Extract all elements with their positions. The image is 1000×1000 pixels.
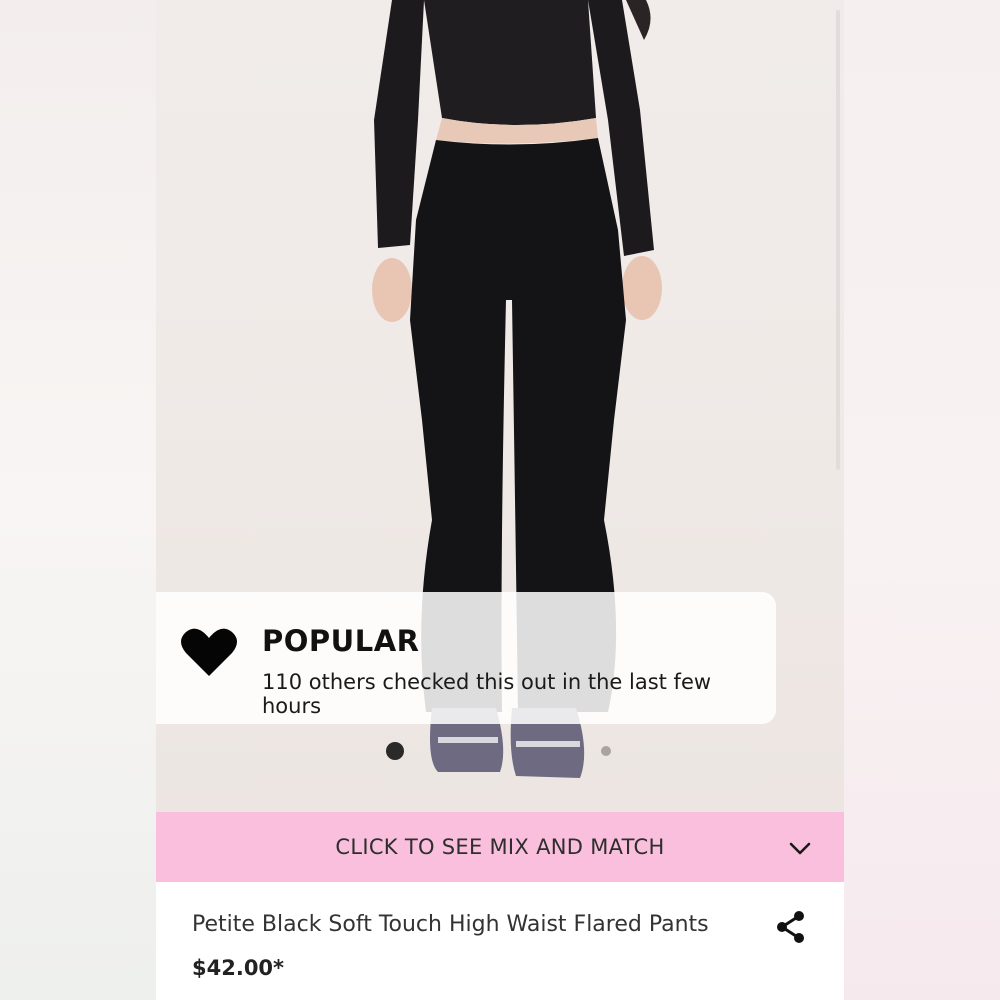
carousel-dots xyxy=(156,740,844,760)
image-scrollbar[interactable] xyxy=(836,10,840,470)
heart-icon xyxy=(181,628,237,676)
product-page: POPULAR 110 others checked this out in t… xyxy=(156,0,844,1000)
chevron-down-icon xyxy=(789,842,811,855)
background-right xyxy=(844,0,1000,1000)
popular-subtitle: 110 others checked this out in the last … xyxy=(262,670,712,718)
background-left xyxy=(0,0,156,1000)
mix-and-match-button[interactable]: CLICK TO SEE MIX AND MATCH xyxy=(156,812,844,882)
share-icon[interactable] xyxy=(776,910,806,944)
mix-and-match-label: CLICK TO SEE MIX AND MATCH xyxy=(335,835,665,859)
carousel-dot-active[interactable] xyxy=(386,742,404,760)
popular-title: POPULAR xyxy=(262,624,420,658)
product-price: $42.00* xyxy=(192,956,285,980)
carousel-dot[interactable] xyxy=(601,746,611,756)
product-name: Petite Black Soft Touch High Waist Flare… xyxy=(192,912,709,937)
popular-banner: POPULAR 110 others checked this out in t… xyxy=(156,592,776,724)
product-info: Petite Black Soft Touch High Waist Flare… xyxy=(156,882,844,1000)
